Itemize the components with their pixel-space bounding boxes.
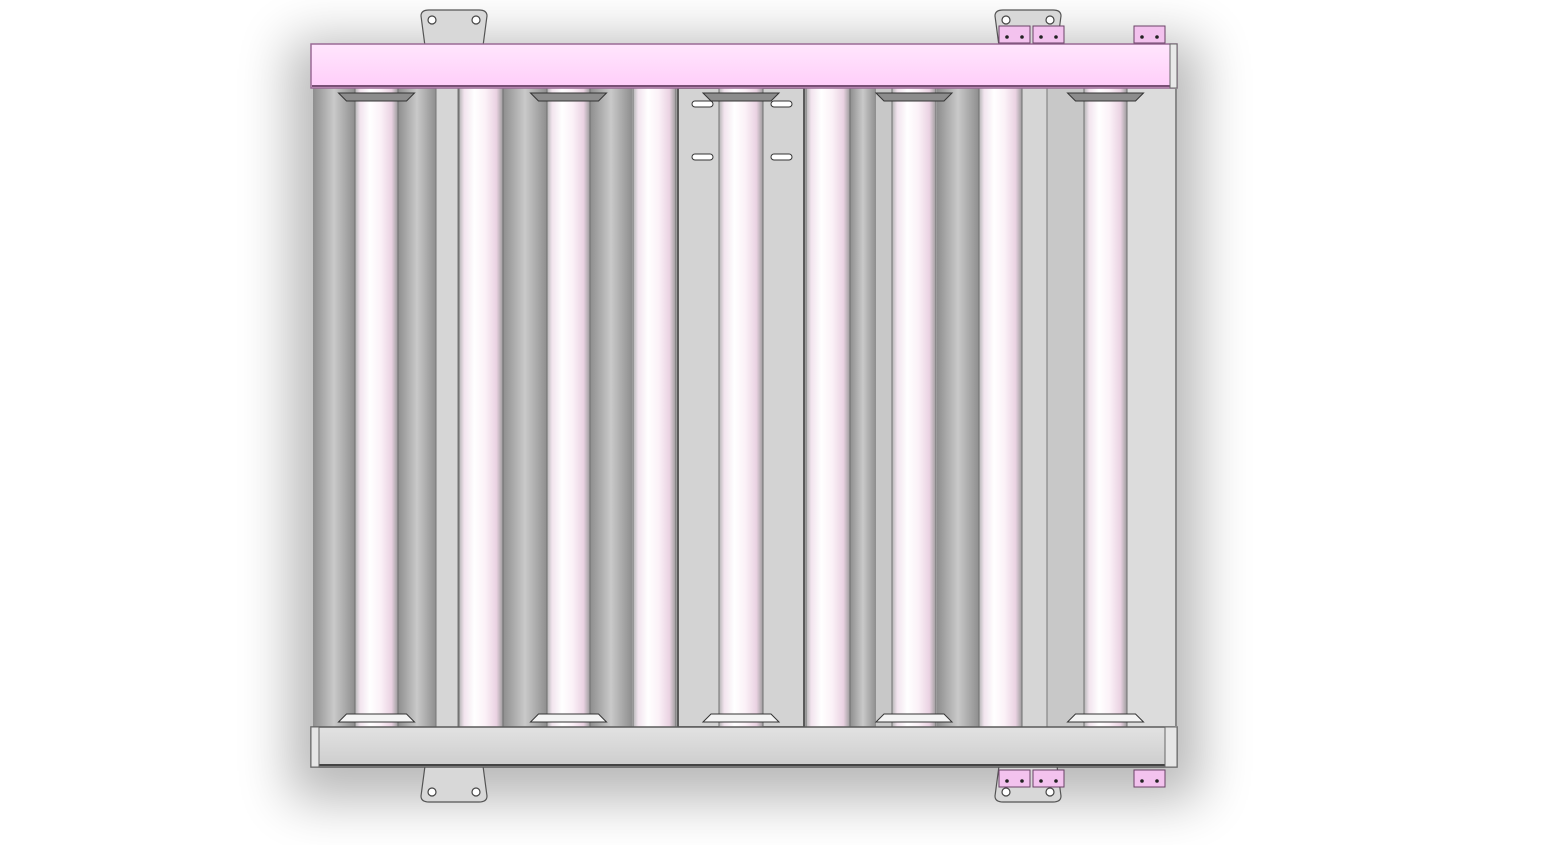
roller [805,87,851,728]
clip-body [998,769,1031,788]
clip-icon [1133,769,1166,788]
frame-end-cap [310,726,320,768]
roller-tube [546,87,591,728]
clip-body [1133,769,1166,788]
clip-icon [998,769,1031,788]
mount-bracket-icon [420,765,488,803]
clip-icon [1032,769,1065,788]
clip-icon [1133,25,1166,44]
top-side-frame [310,43,1178,89]
roller-flange-bottom [529,713,608,723]
bracket-plate [420,9,488,47]
clip-pin [1039,779,1043,783]
clip-body [998,25,1031,44]
roller-flange-bottom [701,713,781,723]
bolt-hole [1045,15,1055,25]
clip-body [1032,25,1065,44]
roller-cavity [590,88,632,727]
roller-tube [891,87,937,728]
roller-cavity [937,88,979,727]
roller-flange-top [529,92,608,102]
roller-cavity [850,88,876,727]
bracket-plate [420,765,488,803]
roller-tube [978,87,1023,728]
clip-body [1032,769,1065,788]
slot-icon [770,100,793,108]
slot-icon [770,153,793,161]
roller-tube [354,87,399,728]
clip-pin [1039,35,1043,39]
bolt-hole [427,787,437,797]
roller-tube [718,87,764,728]
roller-bed [313,87,1175,728]
roller-tube [458,87,504,728]
clip-pin [1020,35,1024,39]
roller-flange-top [1066,92,1145,102]
bolt-hole [427,15,437,25]
clip-pin [1005,35,1009,39]
clip-pin [1005,779,1009,783]
side-gap [1127,88,1175,727]
roller-cavity [313,88,355,727]
roller-flange-bottom [337,713,416,723]
clip-pin [1140,35,1144,39]
clip-icon [1032,25,1065,44]
conveyor-drawing [290,9,1200,803]
roller-flange-bottom [1066,713,1145,723]
cad-viewport [0,0,1544,845]
roller-flange-bottom [874,713,954,723]
slot-icon [691,100,714,108]
clip-icon [998,25,1031,44]
roller [632,87,677,728]
roller-flange-top [874,92,954,102]
slot-icon [691,153,714,161]
bolt-hole [1045,787,1055,797]
frame-end-cap [1164,726,1178,768]
roller-cavity [503,88,547,727]
frame-end-cap [1169,43,1178,89]
clip-pin [1054,779,1058,783]
clip-pin [1155,35,1159,39]
clip-pin [1140,779,1144,783]
roller-flange-top [337,92,416,102]
bolt-hole [1001,787,1011,797]
bottom-side-frame [310,726,1178,768]
bolt-hole [471,787,481,797]
mount-bracket-icon [420,9,488,47]
roller [978,87,1023,728]
side-gap [1021,87,1048,728]
clip-body [1133,25,1166,44]
roller-tube [632,87,677,728]
roller-flange-top [701,92,781,102]
clip-pin [1020,779,1024,783]
bolt-hole [471,15,481,25]
bolt-hole [1001,15,1011,25]
roller-tube [805,87,851,728]
roller-cavity [398,88,436,727]
roller [458,87,504,728]
roller-tube [1083,87,1128,728]
clip-pin [1155,779,1159,783]
side-gap [435,87,459,728]
clip-pin [1054,35,1058,39]
